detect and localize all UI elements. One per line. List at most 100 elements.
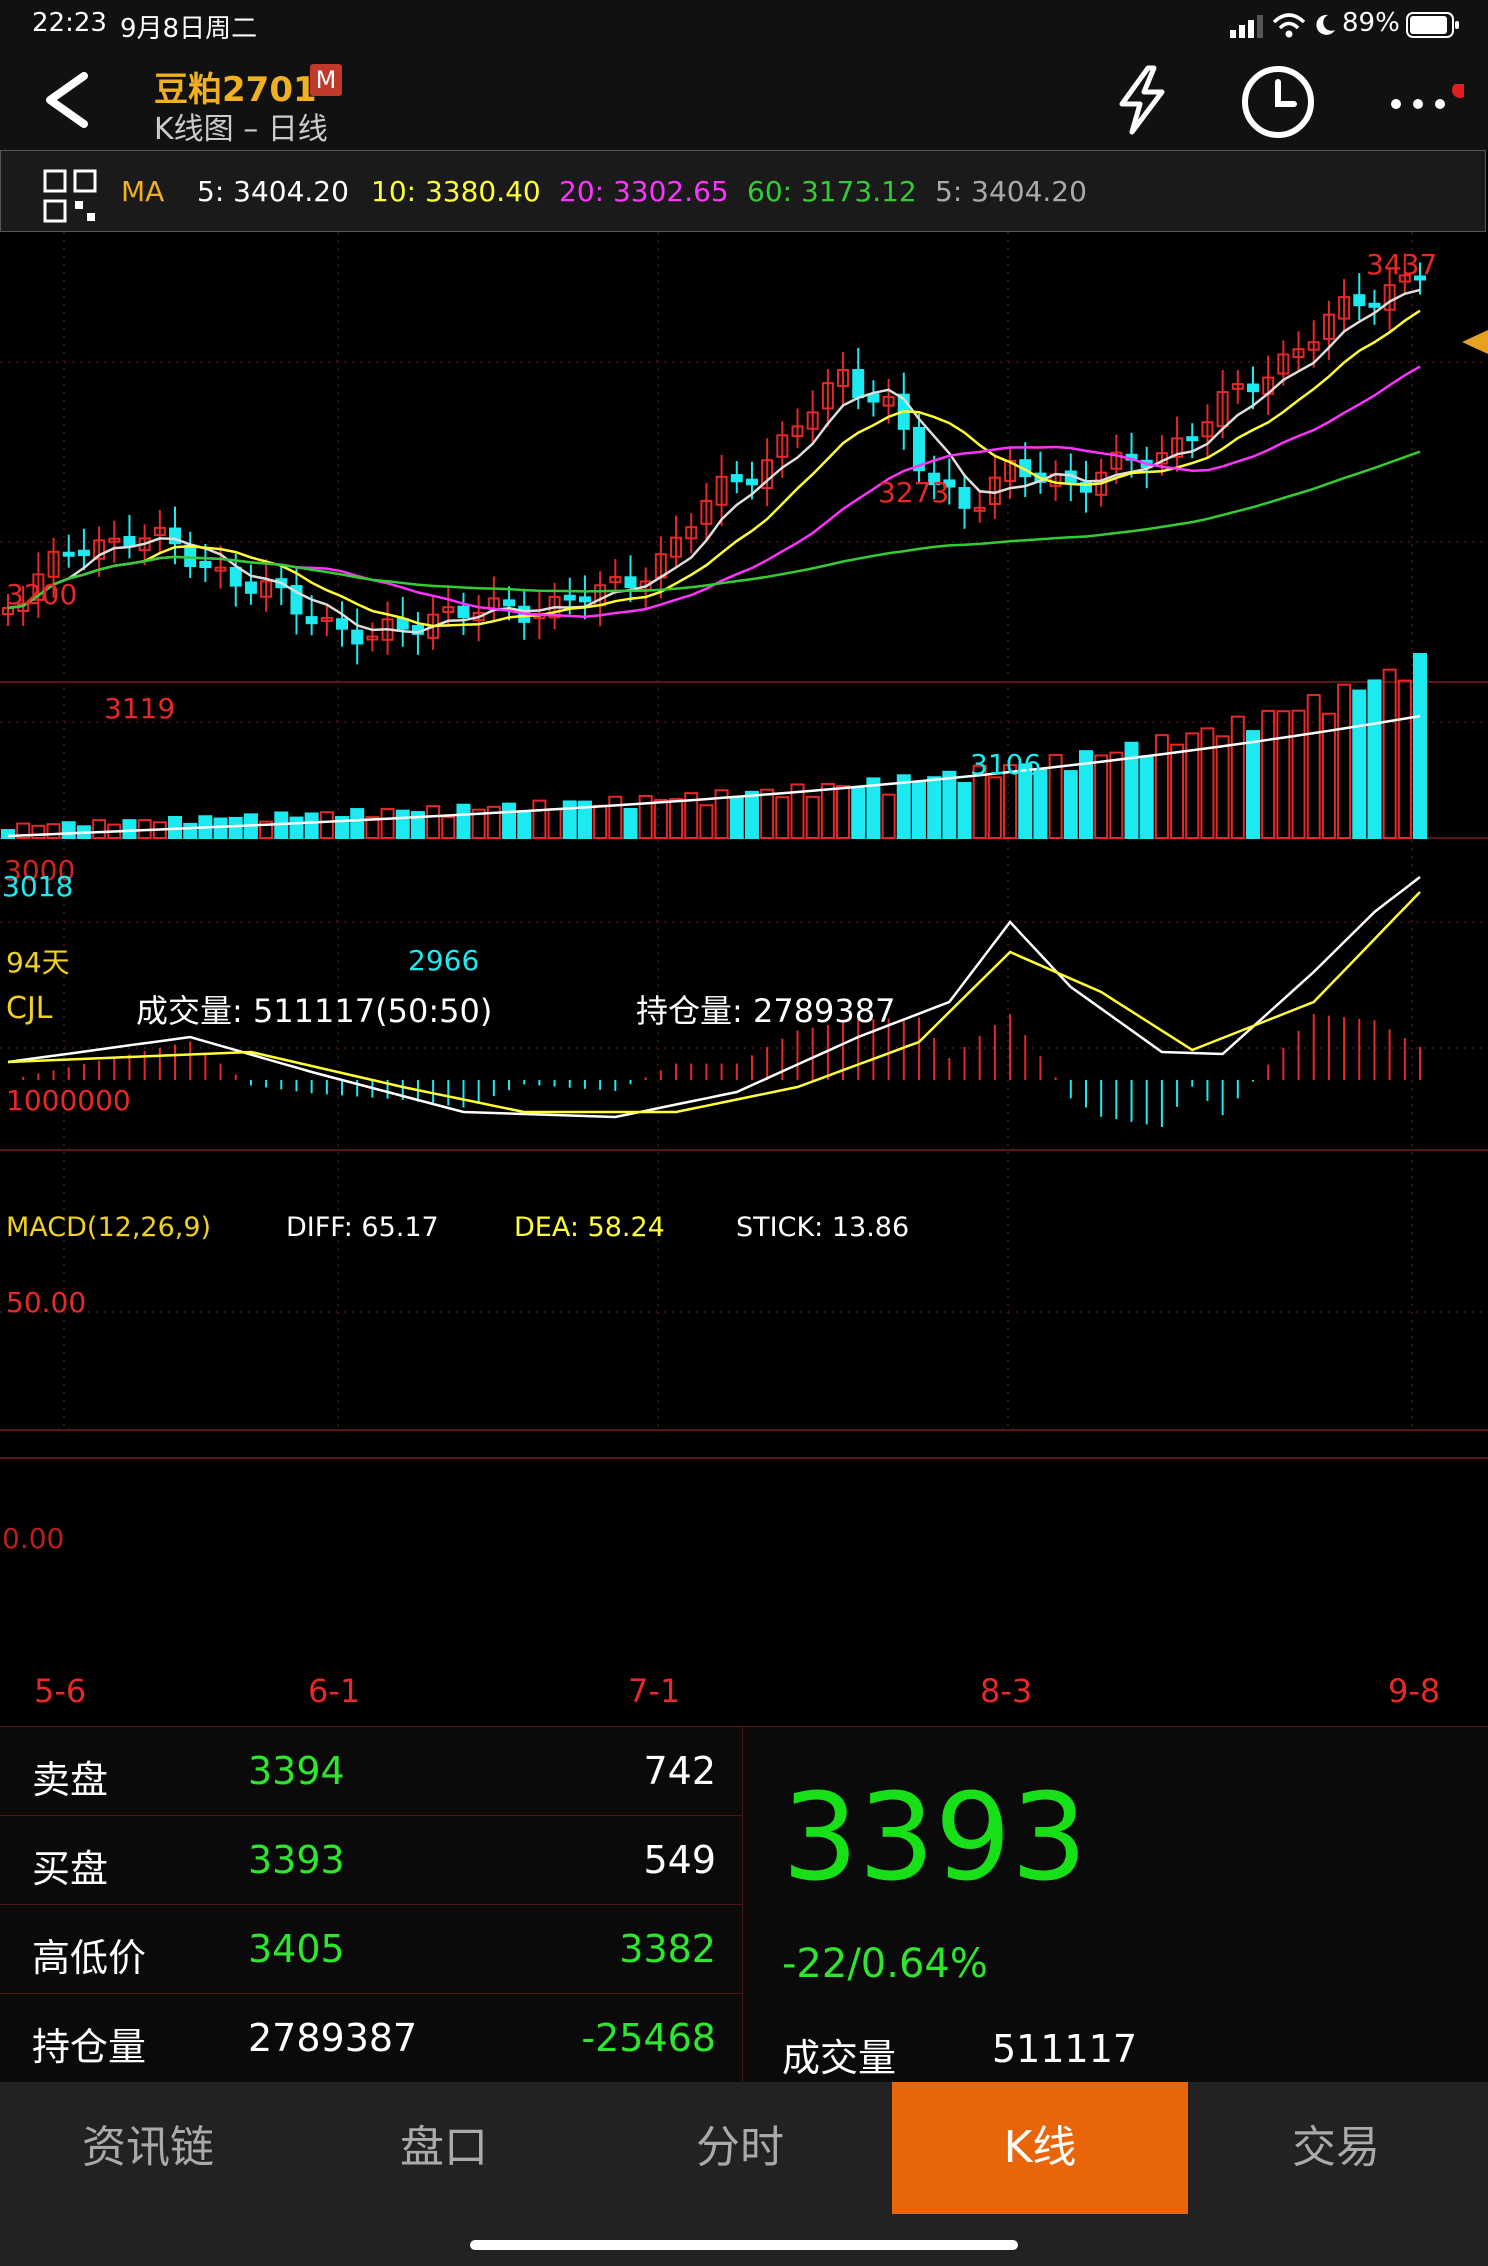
volume-bar [380, 808, 395, 839]
date-tick-4: 8-3 [980, 1672, 1032, 1710]
sell-row[interactable]: 卖盘 3394 742 [0, 1727, 742, 1816]
volume-bar [1291, 709, 1306, 839]
volume-bar [228, 816, 243, 839]
battery-percent: 89% [1342, 8, 1400, 38]
buy-label: 买盘 [32, 1847, 109, 1891]
candle-body [244, 581, 257, 594]
peak-label-1: 3119 [104, 692, 175, 725]
sell-qty: 742 [643, 1749, 716, 1793]
date-tick-1: 5-6 [34, 1672, 86, 1710]
ma-indicator-bar: MA 5: 3404.20 10: 3380.40 20: 3302.65 60… [0, 150, 1486, 232]
back-arrow-icon[interactable] [36, 68, 96, 132]
ma10-value: 10: 3380.40 [371, 175, 541, 208]
sell-label: 卖盘 [32, 1758, 109, 1802]
volume-bar [1413, 653, 1427, 840]
peak-label-2: 3273 [878, 476, 949, 509]
candle-body [457, 605, 470, 618]
kline-chart[interactable]: 3200 3000 3119 3273 3437 3018 2966 3106 … [0, 232, 1488, 1726]
volume-bar [1139, 756, 1154, 839]
status-date: 9月8日周二 [120, 14, 258, 44]
volume-summary-label: 成交量 [782, 2036, 897, 2080]
sell-price: 3394 [248, 1749, 345, 1793]
battery-icon [1406, 12, 1459, 38]
buy-qty: 549 [643, 1838, 716, 1882]
oi-change: -25468 [581, 2016, 716, 2060]
volume-bar [1094, 754, 1109, 840]
price-pointer-icon [1462, 330, 1488, 354]
volume-bar [1109, 751, 1124, 840]
candle-body [1353, 294, 1366, 307]
volume-bar [1230, 715, 1245, 839]
candle-body [1368, 302, 1381, 308]
volume-bar [547, 808, 562, 839]
volume-bar [395, 809, 410, 840]
volume-bar [1261, 709, 1276, 839]
date-tick-3: 7-1 [628, 1672, 680, 1710]
low-price: 3382 [619, 1927, 716, 1971]
candle-body [1246, 383, 1259, 393]
moon-icon [1316, 14, 1335, 35]
volume-bar [61, 821, 76, 840]
volume-bar [1276, 710, 1291, 839]
oi-value: 2789387 [248, 2016, 418, 2060]
volume-bar [744, 790, 759, 839]
quote-panel: 卖盘 3394 742 买盘 3393 549 高低价 3405 3382 持仓… [0, 1726, 1488, 2083]
volume-bar [987, 776, 1002, 839]
candle-body [958, 487, 971, 509]
macd-stick: STICK: 13.86 [736, 1212, 909, 1243]
candle-body [123, 535, 136, 548]
tab-trade[interactable]: 交易 [1188, 2082, 1484, 2214]
buy-price: 3393 [248, 1838, 345, 1882]
trough-label-2: 2966 [408, 944, 479, 977]
nav-bar: 豆粕2701 M K线图 – 日线 [0, 50, 1488, 150]
peak-label-3: 3437 [1366, 248, 1437, 281]
volume-bar [942, 770, 957, 840]
volume-bar [213, 817, 228, 840]
high-low-row: 高低价 3405 3382 [0, 1905, 742, 1994]
candle-body [351, 629, 364, 645]
macd-diff: DIFF: 65.17 [286, 1212, 439, 1243]
status-time: 22:23 [32, 8, 107, 38]
tab-intraday[interactable]: 分时 [592, 2082, 888, 2214]
bottom-tab-bar: 资讯链 盘口 分时 K线 交易 [0, 2082, 1488, 2266]
volume-bar [304, 812, 319, 839]
macd-y-tick-0: 0.00 [2, 1522, 64, 1555]
volume-bar [31, 824, 46, 840]
tab-kline[interactable]: K线 [892, 2082, 1188, 2214]
high-price: 3405 [248, 1927, 345, 1971]
ma60-value: 60: 3173.12 [747, 175, 917, 208]
volume-bar [183, 822, 198, 839]
clock-icon[interactable] [1240, 64, 1316, 140]
candle-body [852, 369, 865, 399]
candle-body [563, 594, 576, 601]
volume-bar [1306, 694, 1321, 839]
volume-bar [699, 804, 714, 839]
volume-bar [441, 816, 456, 840]
volume-y-tick: 1000000 [6, 1084, 131, 1117]
volume-label: CJL [6, 991, 53, 1026]
volume-bar [1215, 735, 1230, 840]
buy-row[interactable]: 买盘 3393 549 [0, 1816, 742, 1905]
page-subtitle: K线图 – 日线 [154, 112, 328, 147]
volume-bar [927, 776, 942, 839]
oi-label: 持仓量 [32, 2025, 147, 2069]
candlesticks [2, 253, 1426, 665]
lightning-icon[interactable] [1112, 64, 1172, 136]
high-low-label: 高低价 [32, 1936, 147, 1980]
more-icon[interactable] [1384, 84, 1464, 124]
volume-bar [1337, 683, 1352, 839]
volume-bar [1170, 743, 1185, 839]
volume-bar [851, 786, 866, 839]
tab-order-book[interactable]: 盘口 [296, 2082, 592, 2214]
grid-icon[interactable] [43, 169, 99, 225]
volume-bar [46, 823, 61, 839]
candle-body [745, 478, 758, 486]
tab-news-chain[interactable]: 资讯链 [0, 2082, 296, 2214]
ma5-secondary-value: 5: 3404.20 [935, 175, 1087, 208]
macd-histogram [22, 1014, 1421, 1127]
trough-label-1: 3018 [2, 870, 73, 903]
candle-body [199, 560, 212, 569]
candle-body [229, 566, 242, 587]
ma-label: MA [121, 175, 165, 208]
y-tick-3200: 3200 [6, 578, 77, 611]
